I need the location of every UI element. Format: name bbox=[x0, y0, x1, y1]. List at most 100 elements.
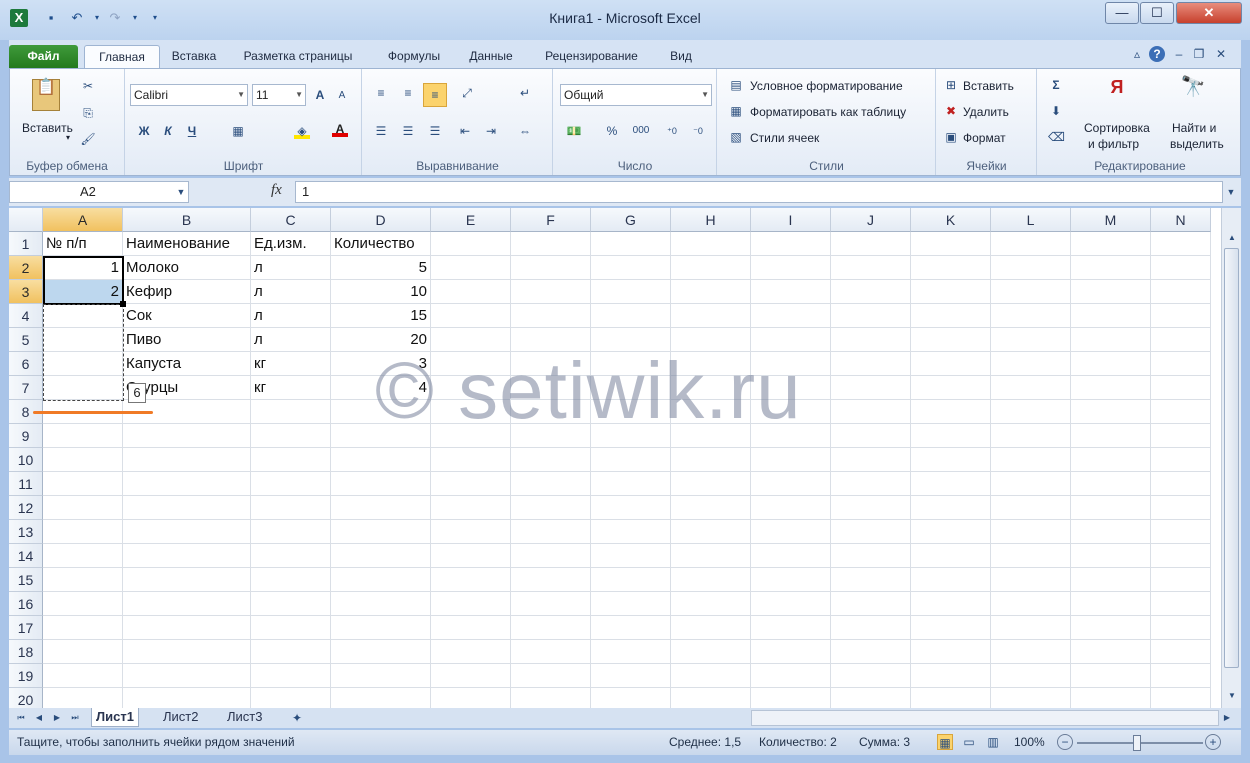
underline-button[interactable]: Ч bbox=[184, 123, 200, 139]
decrease-indent-icon[interactable]: ⇤ bbox=[457, 123, 473, 139]
cell-a17[interactable] bbox=[43, 616, 123, 640]
cell-j7[interactable] bbox=[831, 376, 911, 400]
find-select-label-2[interactable]: выделить bbox=[1170, 137, 1224, 151]
name-box-dropdown-icon[interactable]: ▼ bbox=[173, 184, 189, 200]
cell-g13[interactable] bbox=[591, 520, 671, 544]
cell-h18[interactable] bbox=[671, 640, 751, 664]
cell-b19[interactable] bbox=[123, 664, 251, 688]
find-select-icon[interactable]: 🔭 bbox=[1178, 77, 1208, 109]
cell-n20[interactable] bbox=[1151, 688, 1211, 708]
cell-k19[interactable] bbox=[911, 664, 991, 688]
cell-b4[interactable]: Сок bbox=[123, 304, 251, 328]
cell-i9[interactable] bbox=[751, 424, 831, 448]
cell-k7[interactable] bbox=[911, 376, 991, 400]
cell-j16[interactable] bbox=[831, 592, 911, 616]
cell-n16[interactable] bbox=[1151, 592, 1211, 616]
cell-i20[interactable] bbox=[751, 688, 831, 708]
cell-j12[interactable] bbox=[831, 496, 911, 520]
cell-b17[interactable] bbox=[123, 616, 251, 640]
cell-e1[interactable] bbox=[431, 232, 511, 256]
cell-l13[interactable] bbox=[991, 520, 1071, 544]
align-bottom-icon[interactable]: ≡ bbox=[423, 83, 447, 107]
close-workbook-icon[interactable]: ✕ bbox=[1213, 46, 1229, 62]
cell-k13[interactable] bbox=[911, 520, 991, 544]
cell-d12[interactable] bbox=[331, 496, 431, 520]
cell-k20[interactable] bbox=[911, 688, 991, 708]
borders-icon[interactable]: ▦ bbox=[230, 123, 246, 139]
cell-a14[interactable] bbox=[43, 544, 123, 568]
cell-l3[interactable] bbox=[991, 280, 1071, 304]
row-header-17[interactable]: 17 bbox=[9, 616, 43, 640]
orientation-icon[interactable]: ⤢ bbox=[459, 85, 475, 101]
cell-f1[interactable] bbox=[511, 232, 591, 256]
cell-g7[interactable] bbox=[591, 376, 671, 400]
cell-c20[interactable] bbox=[251, 688, 331, 708]
format-as-table-icon[interactable]: ▦ bbox=[728, 103, 744, 119]
cell-i12[interactable] bbox=[751, 496, 831, 520]
cell-f5[interactable] bbox=[511, 328, 591, 352]
normal-view-icon[interactable]: ▦ bbox=[937, 734, 953, 750]
cell-e4[interactable] bbox=[431, 304, 511, 328]
cell-h15[interactable] bbox=[671, 568, 751, 592]
paste-dropdown-icon[interactable]: ▾ bbox=[66, 133, 70, 142]
format-as-table-button[interactable]: Форматировать как таблицу bbox=[750, 105, 906, 119]
cell-b11[interactable] bbox=[123, 472, 251, 496]
column-header-g[interactable]: G bbox=[591, 208, 671, 232]
cell-b9[interactable] bbox=[123, 424, 251, 448]
cell-d18[interactable] bbox=[331, 640, 431, 664]
format-painter-icon[interactable]: 🖌 bbox=[80, 131, 96, 147]
cell-j14[interactable] bbox=[831, 544, 911, 568]
cell-k9[interactable] bbox=[911, 424, 991, 448]
cell-c16[interactable] bbox=[251, 592, 331, 616]
column-header-j[interactable]: J bbox=[831, 208, 911, 232]
cell-i13[interactable] bbox=[751, 520, 831, 544]
cell-c9[interactable] bbox=[251, 424, 331, 448]
row-header-5[interactable]: 5 bbox=[9, 328, 43, 352]
cell-e11[interactable] bbox=[431, 472, 511, 496]
cell-m19[interactable] bbox=[1071, 664, 1151, 688]
cell-c7[interactable]: кг bbox=[251, 376, 331, 400]
row-header-6[interactable]: 6 bbox=[9, 352, 43, 376]
cell-l5[interactable] bbox=[991, 328, 1071, 352]
row-header-16[interactable]: 16 bbox=[9, 592, 43, 616]
bold-button[interactable]: Ж bbox=[136, 123, 152, 139]
sheet-tab-2[interactable]: Лист2 bbox=[159, 708, 202, 727]
cell-a1[interactable]: № п/п bbox=[43, 232, 123, 256]
cell-d10[interactable] bbox=[331, 448, 431, 472]
cell-e3[interactable] bbox=[431, 280, 511, 304]
align-middle-icon[interactable]: ≡ bbox=[400, 85, 416, 101]
insert-sheet-icon[interactable]: ✦ bbox=[289, 710, 305, 726]
cell-m11[interactable] bbox=[1071, 472, 1151, 496]
cell-d19[interactable] bbox=[331, 664, 431, 688]
cell-a16[interactable] bbox=[43, 592, 123, 616]
cell-g12[interactable] bbox=[591, 496, 671, 520]
cell-g2[interactable] bbox=[591, 256, 671, 280]
cell-b5[interactable]: Пиво bbox=[123, 328, 251, 352]
row-header-18[interactable]: 18 bbox=[9, 640, 43, 664]
cell-b18[interactable] bbox=[123, 640, 251, 664]
scroll-down-icon[interactable]: ▼ bbox=[1224, 688, 1240, 704]
cell-n13[interactable] bbox=[1151, 520, 1211, 544]
cell-c13[interactable] bbox=[251, 520, 331, 544]
cell-f20[interactable] bbox=[511, 688, 591, 708]
cell-i6[interactable] bbox=[751, 352, 831, 376]
cell-c12[interactable] bbox=[251, 496, 331, 520]
cell-c14[interactable] bbox=[251, 544, 331, 568]
minimize-button[interactable]: — bbox=[1105, 2, 1139, 24]
tab-insert[interactable]: Вставка bbox=[164, 45, 224, 68]
cell-n6[interactable] bbox=[1151, 352, 1211, 376]
paste-icon[interactable]: 📋 bbox=[32, 79, 60, 111]
cell-d17[interactable] bbox=[331, 616, 431, 640]
cell-g9[interactable] bbox=[591, 424, 671, 448]
cell-c2[interactable]: л bbox=[251, 256, 331, 280]
cell-j11[interactable] bbox=[831, 472, 911, 496]
cell-e18[interactable] bbox=[431, 640, 511, 664]
cell-j15[interactable] bbox=[831, 568, 911, 592]
cell-j17[interactable] bbox=[831, 616, 911, 640]
cell-b16[interactable] bbox=[123, 592, 251, 616]
zoom-out-icon[interactable]: − bbox=[1057, 734, 1073, 750]
row-header-2[interactable]: 2 bbox=[9, 256, 43, 280]
cell-g20[interactable] bbox=[591, 688, 671, 708]
number-format-combo[interactable]: Общий ▼ bbox=[560, 84, 712, 106]
font-name-combo[interactable]: Calibri ▼ bbox=[130, 84, 248, 106]
